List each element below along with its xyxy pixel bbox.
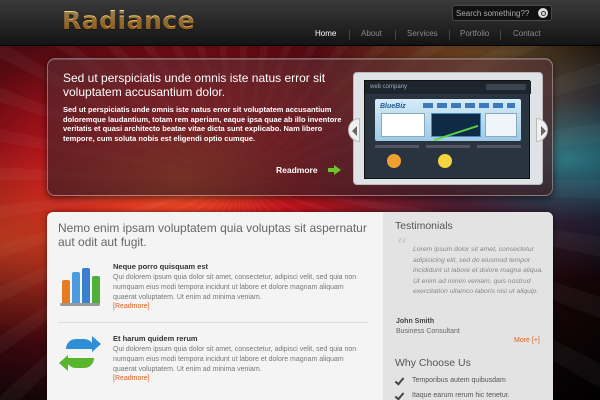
screenshot-site-name: web company xyxy=(370,84,408,90)
chevron-left-icon xyxy=(352,126,357,136)
why-item-label: Itaque earum rerum hic tenetur. xyxy=(412,392,510,399)
main-nav: Home About Services Portfolio Contact xyxy=(305,29,555,43)
chart-line xyxy=(434,110,478,142)
refresh-arrows-icon xyxy=(58,334,104,378)
nav-separator xyxy=(449,30,450,40)
chart-bar xyxy=(82,268,90,304)
feature-divider xyxy=(58,322,368,323)
chart-bar xyxy=(62,280,70,304)
arrow-bottom-head xyxy=(59,355,68,371)
checkmark-icon xyxy=(396,376,405,385)
testimonial-quote: Lorem ipsum dolor sit amet, consectetur … xyxy=(413,246,543,295)
screenshot-header: web company xyxy=(365,81,531,94)
column-bar xyxy=(477,145,521,148)
nav-item-services[interactable]: Services xyxy=(407,29,438,38)
chevron-right-icon xyxy=(541,126,546,136)
quote-icon: “ xyxy=(396,235,408,260)
feature-item: Et harum quidem rerum Qui dolorem ipsum … xyxy=(58,334,374,400)
feature-title: Neque porro quisquam est xyxy=(113,262,209,271)
why-choose-title: Why Choose Us xyxy=(395,357,471,369)
chart-bar xyxy=(72,272,80,304)
chart-base xyxy=(60,303,100,306)
header-bar: Radiance Home About Services Portfolio C… xyxy=(0,0,600,46)
slider-next-button[interactable] xyxy=(536,118,548,142)
feature-text: Qui dolorem ipsum quia dolor sit amet, c… xyxy=(113,274,357,301)
arrow-top xyxy=(66,339,94,349)
testimonial-role: Business Consultant xyxy=(396,328,460,335)
screenshot-column xyxy=(426,145,470,175)
column-bar xyxy=(426,145,470,148)
screenshot-column xyxy=(375,145,419,175)
sidebar xyxy=(383,212,553,400)
testimonial-author: John Smith xyxy=(396,318,435,325)
nav-separator xyxy=(395,30,396,40)
lightbulb-icon xyxy=(438,154,452,168)
screenshot-card xyxy=(485,113,517,137)
nav-item-portfolio[interactable]: Portfolio xyxy=(460,29,489,38)
search-box xyxy=(452,5,552,21)
slide-text: Sed ut perspiciatis unde omnis iste natu… xyxy=(63,105,342,143)
search-input[interactable] xyxy=(456,7,536,19)
feature-readmore-link[interactable]: [Readmore] xyxy=(113,375,150,382)
feature-readmore-link[interactable]: [Readmore] xyxy=(113,303,150,310)
chart-bar xyxy=(92,276,100,304)
arrow-right-icon xyxy=(328,165,341,175)
readmore-label: Readmore xyxy=(276,165,318,175)
slider-prev-button[interactable] xyxy=(348,118,360,142)
feature-text: Qui dolorem ipsum quia dolor sit amet, c… xyxy=(113,346,357,373)
slide-preview: web company BlueBiz xyxy=(348,72,548,185)
site-logo[interactable]: Radiance xyxy=(62,6,195,35)
feature-title: Et harum quidem rerum xyxy=(113,334,198,343)
arrow-bottom xyxy=(66,358,94,368)
testimonials-title: Testimonials xyxy=(395,220,453,232)
nav-separator xyxy=(349,30,350,40)
feature-item: Neque porro quisquam est Qui dolorem ips… xyxy=(58,262,374,328)
nav-item-home[interactable]: Home xyxy=(315,29,336,38)
nav-item-about[interactable]: About xyxy=(361,29,382,38)
checkmark-icon xyxy=(396,391,405,400)
featured-slider: Sed ut perspiciatis unde omnis iste natu… xyxy=(47,58,553,196)
bar-chart-icon xyxy=(58,262,104,306)
screenshot-column xyxy=(477,145,521,175)
screenshot-banner: BlueBiz xyxy=(375,99,521,142)
search-icon[interactable] xyxy=(538,8,548,18)
screenshot-menu xyxy=(423,103,515,108)
arrow-top-head xyxy=(92,336,101,352)
screenshot-columns xyxy=(375,145,521,175)
why-item-label: Temporibus autem quibusdam xyxy=(412,377,506,384)
palette-icon xyxy=(387,154,401,168)
slide-title: Sed ut perspiciatis unde omnis iste natu… xyxy=(63,71,326,99)
screenshot-brand: BlueBiz xyxy=(380,103,406,110)
nav-separator xyxy=(500,30,501,40)
section-heading: Nemo enim ipsam voluptatem quia voluptas… xyxy=(58,221,367,249)
website-screenshot: web company BlueBiz xyxy=(364,80,531,179)
testimonials-more-link[interactable]: More [+] xyxy=(514,337,540,344)
screenshot-search xyxy=(486,84,526,90)
screenshot-card xyxy=(381,113,425,137)
nav-item-contact[interactable]: Contact xyxy=(513,29,541,38)
screenshot-chart xyxy=(431,110,481,142)
column-bar xyxy=(375,145,419,148)
main-content: Nemo enim ipsam voluptatem quia voluptas… xyxy=(47,212,553,400)
